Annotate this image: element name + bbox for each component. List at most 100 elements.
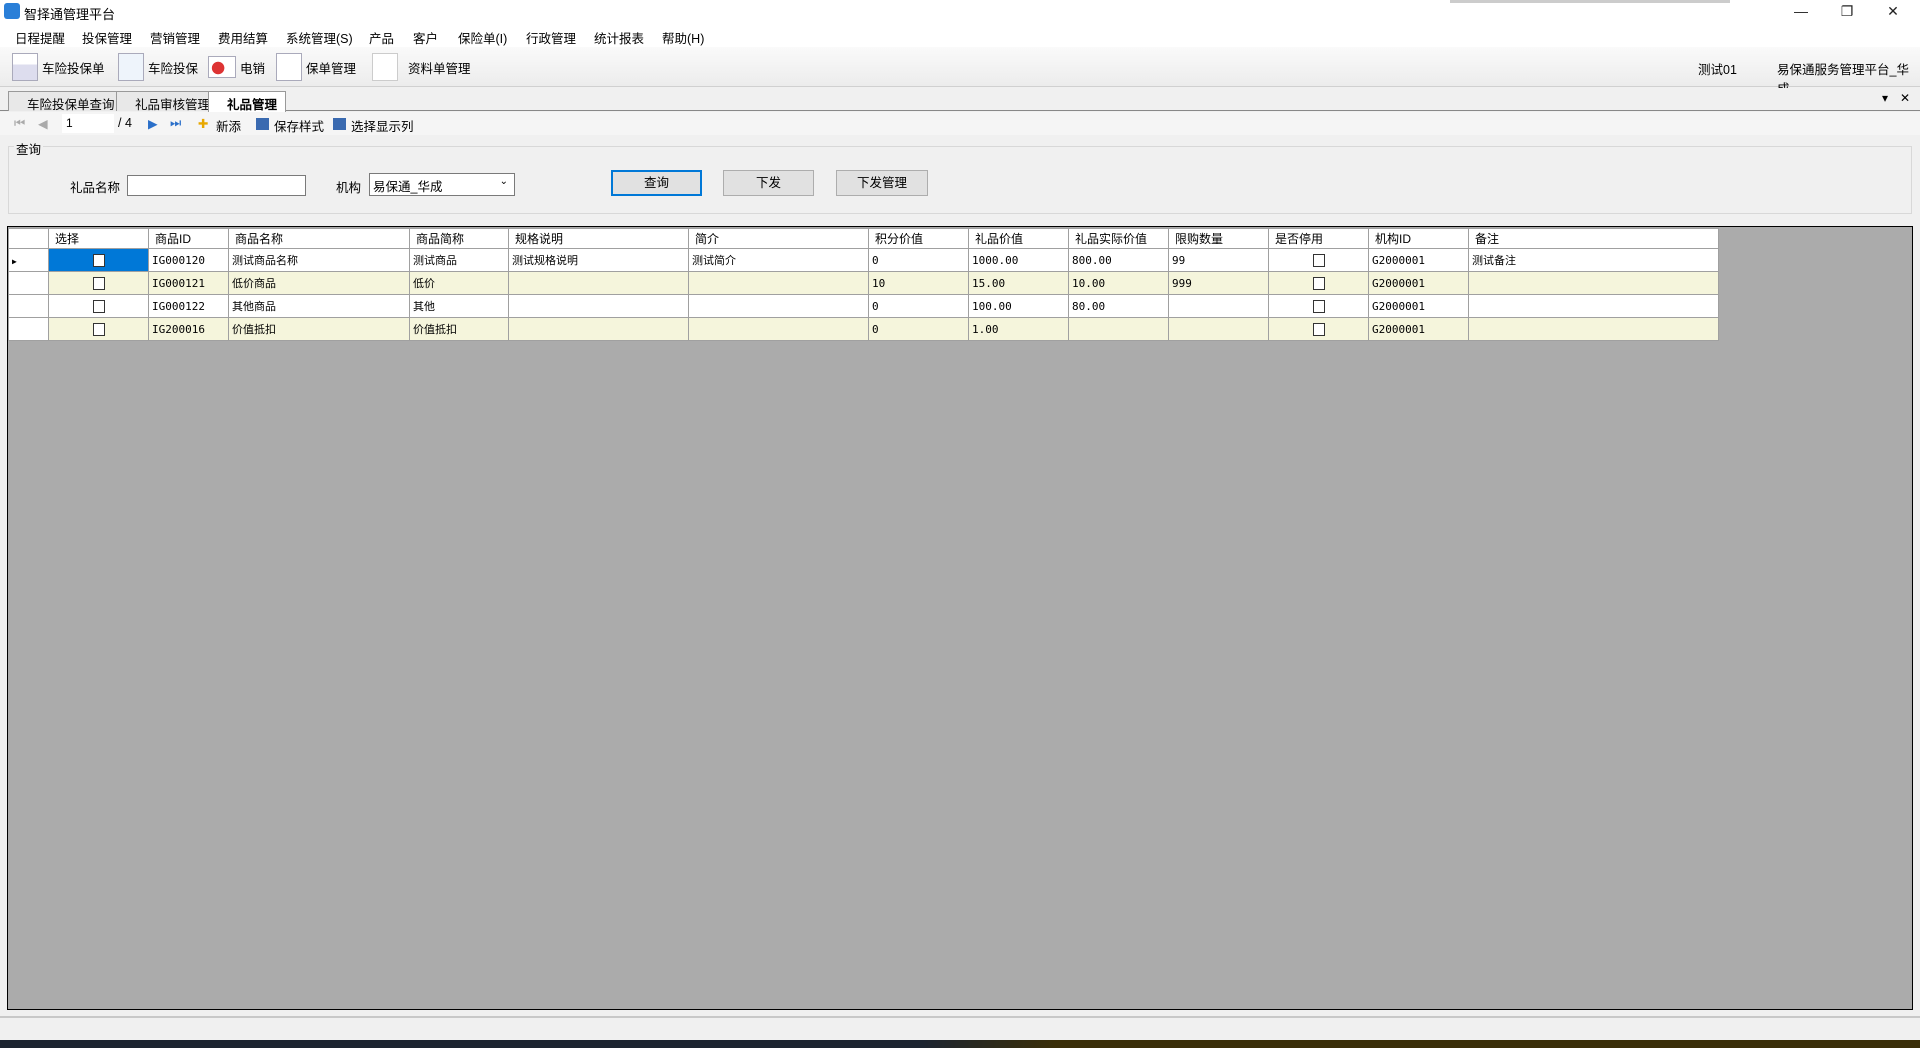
cell-value[interactable]: 1000.00 [968,248,1069,272]
toolbar-docs-manage[interactable]: 资料单管理 [372,52,471,82]
cell-name[interactable]: 价值抵扣 [228,317,410,341]
cell-note[interactable] [1468,294,1719,318]
cell-spec[interactable] [508,317,689,341]
prev-page-icon[interactable]: ◀ [38,116,48,131]
cell-intro[interactable] [688,271,869,295]
cell-short[interactable]: 价值抵扣 [409,317,509,341]
cell-points[interactable]: 10 [868,271,969,295]
cell-intro[interactable] [688,317,869,341]
first-page-icon[interactable]: ⏮ [14,116,25,131]
checkbox[interactable] [92,322,105,336]
cell-limit[interactable] [1168,317,1269,341]
close-button[interactable]: ✕ [1870,0,1916,23]
cell-id[interactable]: IG000120 [148,248,229,272]
menu-insure[interactable]: 投保管理 [82,28,132,47]
cell-name[interactable]: 测试商品名称 [228,248,410,272]
checkbox[interactable] [1312,299,1325,313]
cell-id[interactable]: IG000122 [148,294,229,318]
cell-spec[interactable] [508,271,689,295]
cell-limit[interactable] [1168,294,1269,318]
cell-limit[interactable]: 99 [1168,248,1269,272]
table-row[interactable]: IG000122 其他商品 其他 0 100.00 80.00 G2000001 [8,294,1719,318]
column-header[interactable]: 商品名称 [228,228,410,249]
column-header[interactable]: 商品ID [148,228,229,249]
menu-customer[interactable]: 客户 [413,28,438,47]
row-header[interactable]: ▶ [8,248,49,272]
page-number-input[interactable]: 1 [62,114,114,133]
select-checkbox-cell[interactable] [48,271,149,295]
row-header[interactable] [8,317,49,341]
tab-gift-review[interactable]: 礼品审核管理 [116,91,220,112]
toolbar-auto-insure[interactable]: 车险投保 [118,52,198,82]
checkbox[interactable] [1312,253,1325,267]
dispatch-button[interactable]: 下发 [723,170,814,196]
menu-admin[interactable]: 行政管理 [526,28,576,47]
cell-short[interactable]: 低价 [409,271,509,295]
row-header[interactable] [8,271,49,295]
cell-points[interactable]: 0 [868,294,969,318]
disabled-checkbox-cell[interactable] [1268,317,1369,341]
search-button[interactable]: 查询 [611,170,702,196]
cell-actual[interactable] [1068,317,1169,341]
restore-button[interactable]: ❐ [1824,0,1870,23]
cell-value[interactable]: 100.00 [968,294,1069,318]
column-header[interactable]: 备注 [1468,228,1719,249]
toolbar-auto-proposal[interactable]: 车险投保单 [12,52,105,82]
menu-policy[interactable]: 保险单(I) [458,28,507,47]
checkbox[interactable] [92,253,105,267]
cell-short[interactable]: 其他 [409,294,509,318]
column-header[interactable]: 积分价值 [868,228,969,249]
table-row[interactable]: IG000121 低价商品 低价 10 15.00 10.00 999 G2000001 [8,271,1719,295]
disabled-checkbox-cell[interactable] [1268,271,1369,295]
select-columns-button[interactable]: 选择显示列 [351,116,414,135]
cell-intro[interactable] [688,294,869,318]
next-page-icon[interactable]: ▶ [148,116,158,131]
cell-intro[interactable]: 测试简介 [688,248,869,272]
tab-gift-manage[interactable]: 礼品管理 [208,91,287,112]
column-header[interactable]: 机构ID [1368,228,1469,249]
checkbox[interactable] [1312,322,1325,336]
checkbox[interactable] [92,299,105,313]
gift-name-input[interactable] [127,175,306,196]
menu-help[interactable]: 帮助(H) [662,28,704,47]
cell-short[interactable]: 测试商品 [409,248,509,272]
cell-org[interactable]: G2000001 [1368,271,1469,295]
column-header[interactable]: 规格说明 [508,228,689,249]
menu-system[interactable]: 系统管理(S) [286,28,353,47]
cell-id[interactable]: IG200016 [148,317,229,341]
cell-note[interactable]: 测试备注 [1468,248,1719,272]
cell-note[interactable] [1468,271,1719,295]
select-checkbox-cell[interactable] [48,248,149,272]
select-checkbox-cell[interactable] [48,317,149,341]
cell-id[interactable]: IG000121 [148,271,229,295]
minimize-button[interactable]: — [1778,0,1824,23]
column-header[interactable]: 选择 [48,228,149,249]
select-checkbox-cell[interactable] [48,294,149,318]
cell-points[interactable]: 0 [868,317,969,341]
add-button[interactable]: 新添 [216,116,241,135]
cell-limit[interactable]: 999 [1168,271,1269,295]
last-page-icon[interactable]: ⏭ [170,116,181,131]
cell-actual[interactable]: 80.00 [1068,294,1169,318]
checkbox[interactable] [92,276,105,290]
menu-marketing[interactable]: 营销管理 [150,28,200,47]
cell-org[interactable]: G2000001 [1368,248,1469,272]
table-row[interactable]: IG200016 价值抵扣 价值抵扣 0 1.00 G2000001 [8,317,1719,341]
toolbar-policy-manage[interactable]: 保单管理 [276,52,356,82]
column-header[interactable]: 限购数量 [1168,228,1269,249]
org-select[interactable]: 易保通_华成 ⌄ [369,173,515,196]
cell-points[interactable]: 0 [868,248,969,272]
toolbar-telesales[interactable]: 电销 [208,52,265,82]
column-header[interactable]: 礼品实际价值 [1068,228,1169,249]
disabled-checkbox-cell[interactable] [1268,294,1369,318]
cell-value[interactable]: 1.00 [968,317,1069,341]
menu-product[interactable]: 产品 [369,28,394,47]
column-header[interactable]: 商品简称 [409,228,509,249]
cell-note[interactable] [1468,317,1719,341]
cell-spec[interactable]: 测试规格说明 [508,248,689,272]
column-header[interactable]: 是否停用 [1268,228,1369,249]
cell-actual[interactable]: 10.00 [1068,271,1169,295]
cell-org[interactable]: G2000001 [1368,294,1469,318]
tab-auto-proposal-query[interactable]: 车险投保单查询 [8,91,124,112]
checkbox[interactable] [1312,276,1325,290]
